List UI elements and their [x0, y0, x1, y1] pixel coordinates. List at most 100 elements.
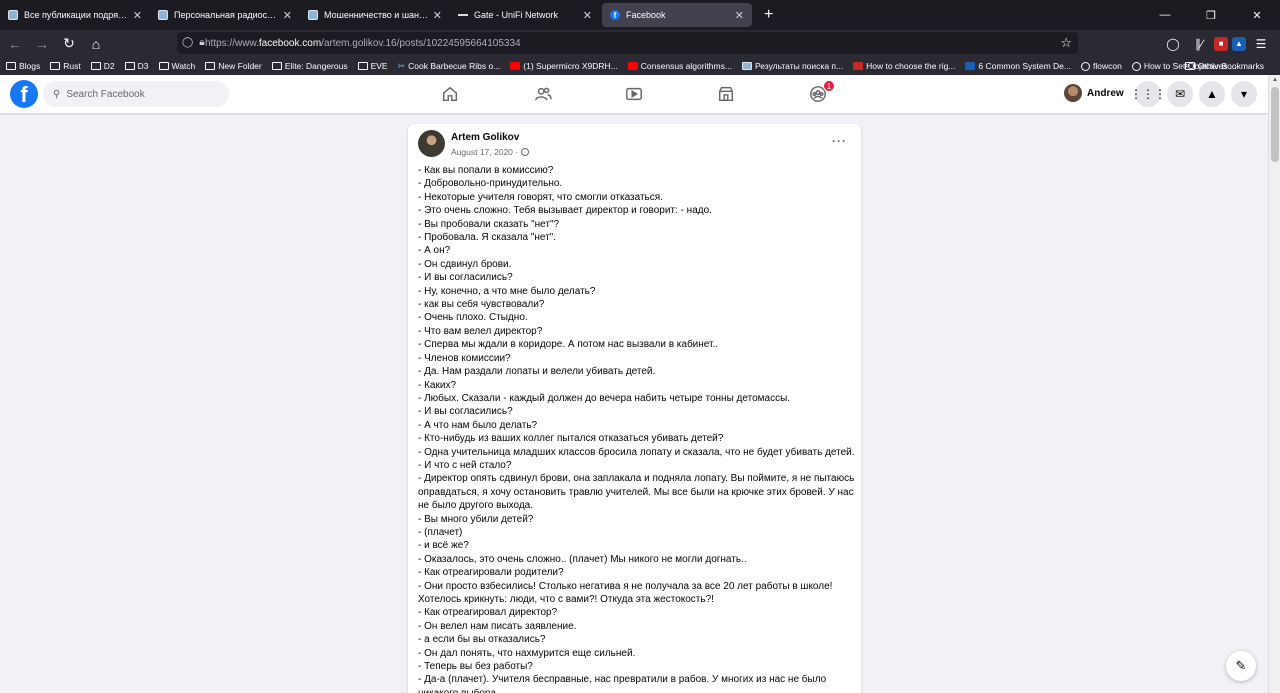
post-text-line: - Оказалось, это очень сложно.. (плачет)…	[418, 553, 747, 565]
account-dropdown-icon[interactable]: ▾	[1231, 81, 1257, 107]
post-text-line: - Очень плохо. Стыдно.	[418, 312, 528, 324]
url-prefix: https://www.	[205, 37, 259, 49]
post-text-line: - Это очень сложно. Тебя вызывает директ…	[418, 205, 712, 217]
facebook-logo-icon[interactable]: f	[10, 80, 38, 108]
post-text-line: - Кто-нибудь из ваших коллег пытался отк…	[418, 433, 724, 445]
bookmark-label: D2	[103, 61, 115, 71]
new-message-icon[interactable]: ✎	[1226, 651, 1256, 681]
new-tab-button[interactable]: +	[754, 0, 783, 30]
bookmark-item[interactable]: 6 Common System De...	[965, 61, 1071, 71]
lock-icon[interactable]: 🔒︎	[199, 37, 204, 48]
globe-icon	[1131, 61, 1141, 71]
notifications-bell-icon[interactable]: ▲	[1199, 81, 1225, 107]
bookmark-label: EVE	[370, 61, 388, 71]
browser-tab[interactable]: f Facebook ✕	[602, 3, 752, 27]
bookmark-item[interactable]: D2	[90, 61, 115, 71]
tab-close-icon[interactable]: ✕	[283, 9, 292, 22]
bookmark-item[interactable]: EVE	[357, 61, 388, 71]
tab-close-icon[interactable]: ✕	[133, 9, 142, 22]
tab-title: Персональная радиосвязь. Чт	[174, 10, 279, 20]
profile-button[interactable]: Andrew	[1064, 84, 1124, 102]
unifi-icon	[458, 14, 468, 16]
tab-close-icon[interactable]: ✕	[583, 9, 592, 22]
habr-icon	[741, 62, 752, 70]
browser-tab[interactable]: Мошенничество и шантаж: пр ✕	[300, 0, 450, 30]
library-icon[interactable]: ∥∕	[1188, 33, 1210, 55]
menu-grid-icon[interactable]: ⋮⋮⋮	[1130, 81, 1166, 107]
post-text-line: - Членов комиссии?	[418, 352, 511, 364]
bookmark-item[interactable]: (1) Supermicro X9DRH...	[510, 61, 618, 71]
post-text-line: - Пробовала. Я сказала "нет".	[418, 232, 556, 244]
shield-icon[interactable]: ◯	[182, 37, 193, 48]
author-avatar[interactable]	[418, 130, 445, 157]
folder-icon	[6, 62, 16, 70]
post-text-line: - А он?	[418, 245, 451, 257]
pocket-icon[interactable]: ◯	[1162, 33, 1184, 55]
search-input[interactable]: ⚲ Search Facebook	[43, 81, 229, 107]
reload-icon[interactable]: ↻	[57, 32, 81, 56]
bookmark-item[interactable]: flowcon	[1080, 61, 1122, 71]
folder-icon	[1184, 62, 1195, 70]
yt-icon	[510, 62, 521, 70]
folder-icon	[158, 62, 169, 70]
bookmark-item[interactable]: Watch	[158, 61, 196, 71]
bookmark-item[interactable]: Rust	[50, 61, 81, 71]
bookmark-item[interactable]: New Folder	[205, 61, 262, 71]
bookmark-label: Blogs	[19, 61, 41, 71]
bookmark-item[interactable]: Consensus algorithms...	[627, 61, 732, 71]
post-text-line: - Некоторые учителя говорят, что смогли …	[418, 191, 663, 203]
bookmark-item[interactable]: How to choose the rig...	[853, 61, 955, 71]
restore-icon[interactable]: ❐	[1188, 0, 1234, 30]
bookmark-item[interactable]: Результаты поиска п...	[741, 61, 843, 71]
bookmark-item[interactable]: D3	[124, 61, 149, 71]
avatar	[1064, 84, 1082, 102]
facebook-header: f ⚲ Search Facebook 1 Andrew ⋮⋮⋮ ✉ ▲ ▾	[0, 75, 1268, 113]
post-text-line: - Как отреагировал директор?	[418, 607, 558, 619]
forward-icon[interactable]: →	[30, 32, 54, 56]
back-icon[interactable]: ←	[3, 32, 27, 56]
browser-tab[interactable]: Все публикации подряд / Хабр ✕	[0, 0, 150, 30]
iw-icon	[853, 62, 864, 70]
post-text-line: - Ну, конечно, а что мне было делать?	[418, 285, 596, 297]
close-window-icon[interactable]: ✕	[1234, 0, 1280, 30]
url-text[interactable]: https://www.facebook.com/artem.golikov.1…	[205, 38, 521, 49]
bookmark-label: Watch	[171, 61, 196, 71]
bookmark-star-icon[interactable]: ☆	[1060, 35, 1072, 51]
page-scrollbar[interactable]: ▲	[1268, 75, 1280, 693]
bookmark-item[interactable]: ✂ Cook Barbecue Ribs o...	[398, 61, 501, 72]
scrollbar-thumb[interactable]	[1271, 87, 1279, 162]
home-icon[interactable]: ⌂	[84, 32, 108, 56]
tab-close-icon[interactable]: ✕	[433, 9, 442, 22]
extension-blue-icon[interactable]: ▲	[1232, 36, 1246, 51]
tab-close-icon[interactable]: ✕	[735, 9, 744, 22]
browser-tab[interactable]: Персональная радиосвязь. Чт ✕	[150, 0, 300, 30]
browser-tab[interactable]: Gate - UniFi Network ✕	[450, 0, 600, 30]
nav-groups-icon[interactable]: 1	[798, 75, 838, 113]
bookmark-item[interactable]: Blogs	[6, 61, 40, 71]
post-text-line: - и всё же?	[418, 540, 469, 552]
extension-red-icon[interactable]: ■	[1214, 36, 1228, 51]
nav-watch-icon[interactable]	[614, 75, 654, 113]
messenger-icon[interactable]: ✉	[1167, 81, 1193, 107]
post-author[interactable]: Artem Golikov	[451, 132, 519, 143]
nav-friends-icon[interactable]	[523, 75, 563, 113]
url-bar[interactable]: ◯ 🔒︎ https://www.facebook.com/artem.goli…	[177, 32, 1078, 54]
menu-icon[interactable]: ☰	[1250, 33, 1272, 55]
folder-icon	[50, 62, 61, 70]
post-text-line: - Директор опять сдвинул брови, она запл…	[418, 473, 855, 512]
scroll-up-icon[interactable]: ▲	[1272, 77, 1278, 83]
bookmark-label: flowcon	[1092, 61, 1122, 71]
bookmark-item[interactable]: Elite: Dangerous	[271, 61, 348, 71]
nav-home-icon[interactable]	[430, 75, 470, 113]
minimize-icon[interactable]: —	[1142, 0, 1188, 30]
tab-list: Все публикации подряд / Хабр✕Персональна…	[0, 0, 754, 30]
post-options-icon[interactable]: ···	[832, 134, 847, 148]
other-bookmarks[interactable]: Other Bookmarks	[1184, 57, 1264, 75]
url-security-icons: ◯ 🔒︎	[182, 37, 205, 48]
post-card: Artem Golikov August 17, 2020 · ··· - Ка…	[408, 124, 861, 693]
blue-icon	[965, 62, 976, 70]
browser-nav-bar: ← → ↻ ⌂ ◯ 🔒︎ https://www.facebook.com/ar…	[0, 30, 1280, 57]
post-date[interactable]: August 17, 2020 ·	[451, 147, 518, 157]
nav-marketplace-icon[interactable]	[706, 75, 746, 113]
bookmark-label: D3	[137, 61, 149, 71]
